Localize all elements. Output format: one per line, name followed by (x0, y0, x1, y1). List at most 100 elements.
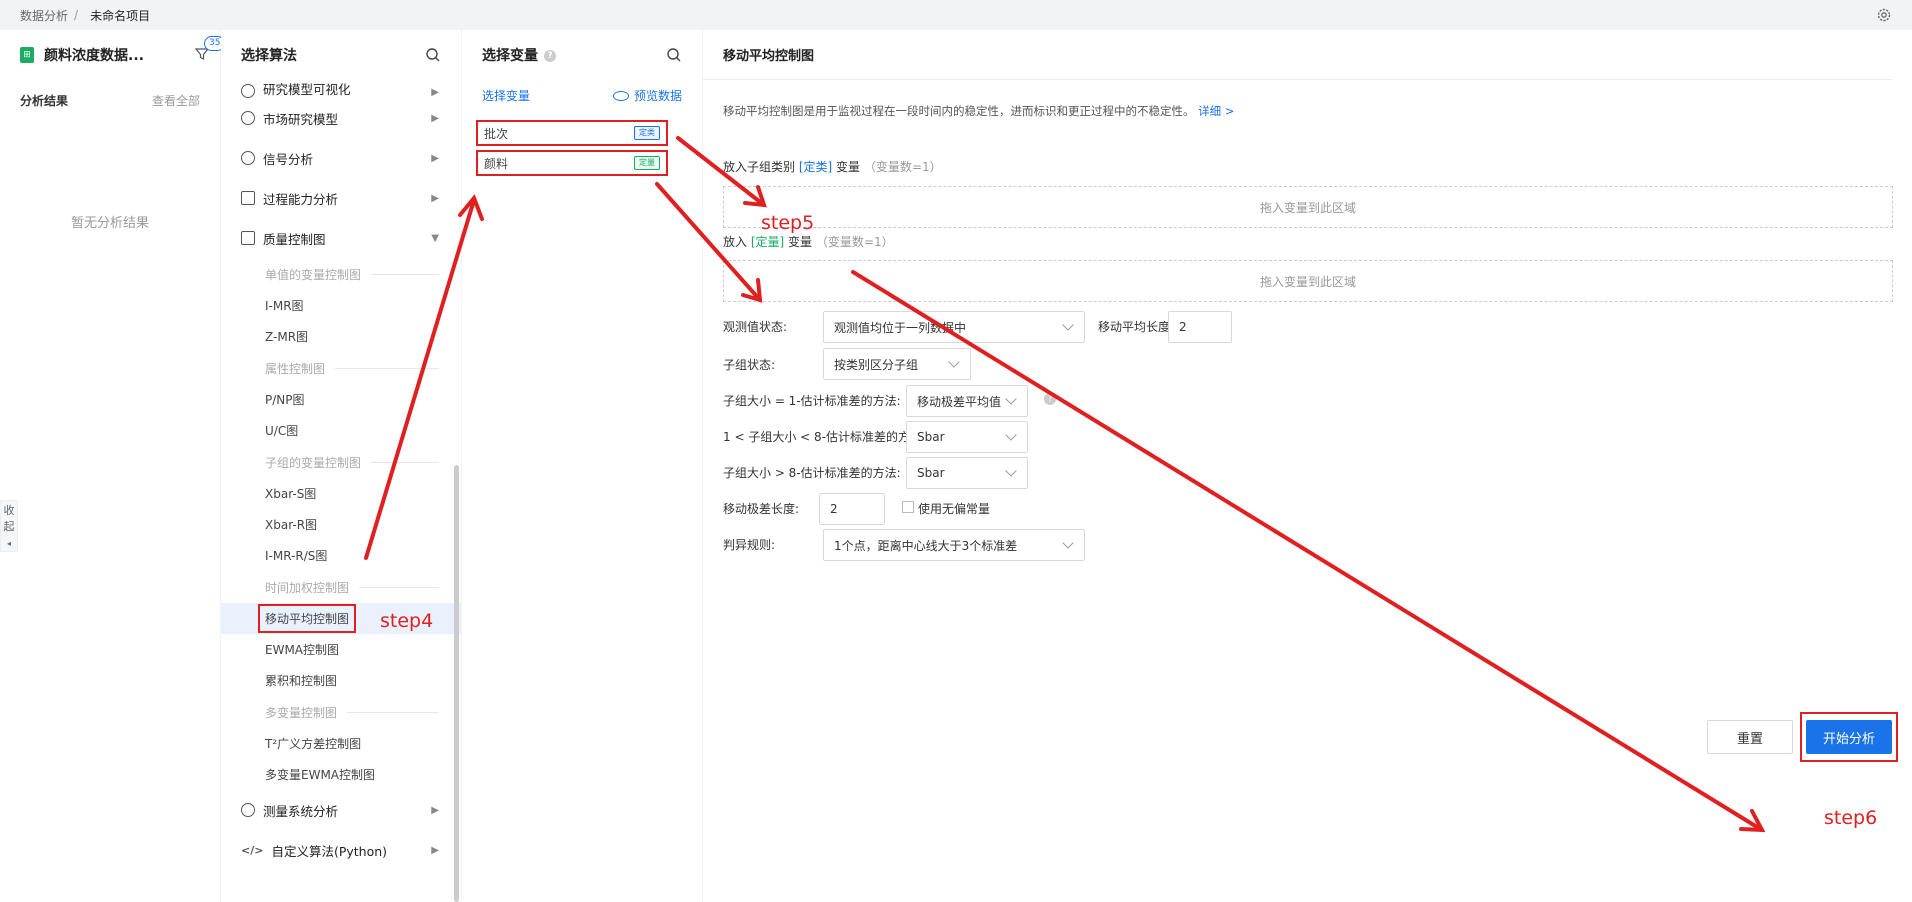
category-custom-python[interactable]: </> 自定义算法(Python) ▶ (221, 830, 461, 870)
variables-header: 选择变量? (462, 30, 702, 80)
category-label: 测量系统分析 (263, 803, 339, 819)
chevron-right-icon: ▶ (431, 192, 439, 204)
select-value: 1个点，距离中心线大于3个标准差 (834, 538, 1018, 553)
size1-method-label: 子组大小 = 1-估计标准差的方法: (723, 394, 901, 408)
item-pnp[interactable]: P/NP图 (221, 384, 461, 415)
variables-title: 选择变量 (482, 48, 538, 64)
project-header: ⊞ 颜料浓度数据... 35 (0, 30, 226, 80)
breadcrumb: 数据分析 / 未命名项目 (0, 0, 1912, 30)
spreadsheet-icon: ⊞ (20, 47, 34, 63)
preview-data-link[interactable]: 预览数据 (612, 87, 682, 104)
algorithm-scrollbar[interactable] (454, 465, 459, 902)
item-xbar-s[interactable]: Xbar-S图 (221, 478, 461, 509)
item-moving-average-label: 移动平均控制图 (258, 604, 357, 633)
variables-toolbar: 选择变量 预览数据 (462, 80, 702, 110)
gear-icon[interactable] (1876, 7, 1892, 23)
step6-label: step6 (1824, 807, 1878, 829)
drop-zone-quantitative[interactable]: 拖入变量到此区域 (723, 260, 1893, 302)
detail-link[interactable]: 详细 > (1198, 104, 1234, 118)
project-name[interactable]: 颜料浓度数据... (44, 45, 164, 65)
size2-method-select[interactable]: Sbar (906, 421, 1028, 453)
variable-item-batch[interactable]: 批次 定类 (476, 120, 668, 146)
step4-label: step4 (380, 610, 434, 632)
control-chart-icon (241, 231, 255, 245)
view-all-link[interactable]: 查看全部 (152, 92, 200, 109)
category-label: 信号分析 (263, 151, 314, 167)
help-icon[interactable]: ? (1044, 393, 1056, 405)
variable-type-tag: 定量 (634, 156, 660, 170)
group-time-weighted: 时间加权控制图 (221, 571, 461, 603)
results-title: 分析结果 (20, 94, 69, 108)
drop-zone-subgroup[interactable]: 拖入变量到此区域 (723, 186, 1893, 228)
category-label: 自定义算法(Python) (271, 843, 388, 859)
config-panel: 移动平均控制图 移动平均控制图是用于监视过程在一段时间内的稳定性，进而标识和更正… (703, 30, 1912, 902)
item-zmr[interactable]: Z-MR图 (221, 321, 461, 352)
ma-length-input[interactable]: 2 (1168, 311, 1232, 343)
chevron-down-icon (1005, 465, 1017, 477)
chevron-right-icon: ▶ (431, 804, 439, 816)
select-value: Sbar (917, 430, 945, 444)
zone-quantitative-label: 放入 [定量] 变量 （变量数=1） (723, 233, 894, 250)
mr-length-label: 移动极差长度: (723, 502, 800, 516)
item-imr[interactable]: I-MR图 (221, 290, 461, 321)
algorithm-panel: 选择算法 研究模型可视化 ▶ 市场研究模型 ▶ 信号分析 ▶ 过程能力分析 ▶ 质量控制… (221, 30, 461, 902)
breadcrumb-root[interactable]: 数据分析 (20, 7, 68, 24)
rule-select[interactable]: 1个点，距离中心线大于3个标准差 (823, 529, 1085, 561)
item-uc[interactable]: U/C图 (221, 415, 461, 446)
select-variables-link[interactable]: 选择变量 (482, 87, 530, 104)
item-imr-rs[interactable]: I-MR-R/S图 (221, 540, 461, 571)
category-label: 研究模型可视化 (263, 82, 351, 97)
variable-item-pigment[interactable]: 颜料 定量 (476, 150, 668, 176)
search-icon[interactable] (666, 47, 682, 63)
subgroup-state-label: 子组状态: (723, 358, 776, 372)
algorithm-list: 研究模型可视化 ▶ 市场研究模型 ▶ 信号分析 ▶ 过程能力分析 ▶ 质量控制图 ▼ 单值… (221, 80, 461, 902)
zone-prefix: 放入 (723, 235, 748, 249)
chevron-right-icon: ▶ (431, 844, 439, 856)
chevron-down-icon (1062, 319, 1074, 331)
category-quality-control[interactable]: 质量控制图 ▼ (221, 218, 461, 258)
size3-method-label: 子组大小 > 8-估计标准差的方法: (723, 466, 901, 480)
category-research-visualization[interactable]: 研究模型可视化 ▶ (221, 80, 461, 98)
item-t2[interactable]: T²广义方差控制图 (221, 728, 461, 759)
algorithm-header: 选择算法 (221, 30, 461, 80)
chevron-down-icon: ▼ (431, 232, 439, 244)
variable-name: 颜料 (484, 156, 509, 171)
signal-icon (241, 151, 255, 165)
collapse-toggle[interactable]: 收起 ◂ (0, 500, 18, 552)
results-header: 分析结果 查看全部 (0, 80, 220, 109)
filter-button[interactable]: 35 (194, 36, 226, 64)
help-icon[interactable]: ? (544, 50, 556, 62)
search-icon[interactable] (425, 47, 441, 63)
item-ewma[interactable]: EWMA控制图 (221, 634, 461, 665)
group-single-value: 单值的变量控制图 (221, 258, 461, 290)
category-label: 质量控制图 (263, 231, 326, 247)
group-attribute: 属性控制图 (221, 352, 461, 384)
category-signal-analysis[interactable]: 信号分析 ▶ (221, 138, 461, 178)
subgroup-state-select[interactable]: 按类别区分子组 (823, 348, 971, 380)
unbiased-checkbox[interactable] (902, 501, 914, 513)
reset-button[interactable]: 重置 (1707, 720, 1793, 754)
item-cusum[interactable]: 累积和控制图 (221, 665, 461, 696)
category-market-research[interactable]: 市场研究模型 ▶ (221, 98, 461, 138)
description-text: 移动平均控制图是用于监视过程在一段时间内的稳定性，进而标识和更正过程中的不稳定性… (723, 104, 1195, 118)
obs-state-label: 观测值状态: (723, 320, 788, 334)
measure-icon (241, 803, 255, 817)
size3-method-select[interactable]: Sbar (906, 457, 1028, 489)
zone-subgroup-label: 放入子组类别 [定类] 变量 （变量数=1） (723, 158, 942, 175)
item-xbar-r[interactable]: Xbar-R图 (221, 509, 461, 540)
mr-length-input[interactable]: 2 (819, 493, 885, 525)
category-measurement-system[interactable]: 测量系统分析 ▶ (221, 790, 461, 830)
item-mewma[interactable]: 多变量EWMA控制图 (221, 759, 461, 790)
empty-results-text: 暂无分析结果 (70, 216, 149, 231)
category-process-capability[interactable]: 过程能力分析 ▶ (221, 178, 461, 218)
chevron-down-icon (1062, 537, 1074, 549)
eye-icon (612, 91, 629, 101)
size2-method-label: 1 < 子组大小 < 8-估计标准差的方法: (723, 430, 927, 444)
algorithm-title: 选择算法 (241, 48, 297, 64)
start-analysis-button[interactable]: 开始分析 (1806, 720, 1892, 754)
obs-state-select[interactable]: 观测值均位于一列数据中 (823, 311, 1085, 343)
size1-method-select[interactable]: 移动极差平均值 (906, 385, 1028, 417)
zone-count: （变量数=1） (815, 235, 894, 249)
method-title: 移动平均控制图 (703, 30, 1892, 80)
method-description: 移动平均控制图是用于监视过程在一段时间内的稳定性，进而标识和更正过程中的不稳定性… (723, 103, 1234, 119)
